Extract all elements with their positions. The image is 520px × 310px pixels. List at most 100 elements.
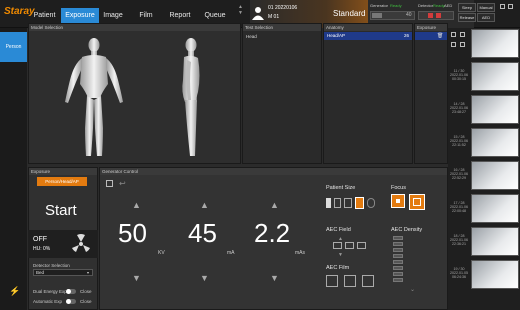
patient-size-small-icon[interactable]	[326, 198, 331, 208]
aec-density-step[interactable]	[393, 260, 403, 264]
thumb-grid-icon[interactable]	[451, 32, 456, 37]
body-model-side[interactable]	[173, 36, 209, 160]
kv-down-arrow-icon[interactable]: ▼	[132, 273, 141, 283]
exposure-list-item[interactable]: 🗑	[415, 32, 447, 40]
patient-avatar-icon	[252, 6, 264, 20]
aec-field-left-icon[interactable]	[333, 242, 342, 249]
aec-density-down-icon[interactable]: ⌄	[410, 286, 415, 293]
thumbnail-image[interactable]	[471, 29, 519, 58]
thumbnail-image[interactable]	[471, 194, 519, 223]
manual-button[interactable]: Manual	[477, 3, 495, 12]
tab-film[interactable]: Film	[132, 8, 160, 24]
sidebar-item-person[interactable]: Person	[0, 32, 27, 62]
protocol-standard[interactable]: Standard	[333, 9, 365, 18]
aec-field-right-icon[interactable]	[357, 242, 366, 249]
release-button[interactable]: Release	[458, 13, 476, 22]
thumb-time: 22:00:48	[452, 209, 466, 214]
tab-scroll-arrows-icon[interactable]: ▲ ▼	[238, 4, 243, 16]
trash-icon[interactable]: 🗑	[437, 33, 443, 39]
patient-size-xl-icon[interactable]	[355, 197, 364, 209]
test-selection-panel: Test Selection Head	[242, 23, 322, 164]
focus-large-button[interactable]	[409, 194, 425, 210]
thumb-trash-icon[interactable]	[460, 32, 465, 37]
tab-queue[interactable]: Queue	[199, 8, 231, 24]
thumbnail-row-top[interactable]	[448, 28, 520, 59]
aec-field-down-icon[interactable]: ▼	[338, 252, 343, 258]
automatic-exp-toggle[interactable]	[66, 299, 76, 304]
aec-film-option-3-icon[interactable]	[362, 275, 374, 287]
thumb-edit-icon[interactable]	[451, 42, 456, 47]
tab-image[interactable]: Image	[99, 8, 127, 24]
patient-size-selector[interactable]	[326, 196, 376, 210]
aec-density-scale[interactable]	[393, 236, 407, 284]
patient-sex-age: M 01	[268, 14, 280, 20]
mas-up-arrow-icon[interactable]: ▲	[270, 200, 279, 210]
thumbnail-image[interactable]	[471, 128, 519, 157]
thumbnail-image[interactable]	[471, 227, 519, 256]
thumbnail-row[interactable]: 14 / 28 2022.01.06 23:48:27	[448, 94, 520, 125]
aec-field-label: AEC Field	[326, 227, 351, 233]
minimize-icon[interactable]	[500, 4, 505, 9]
close-window-icon[interactable]	[508, 4, 513, 9]
thumbnail-row[interactable]: 15 / 28 2022.01.06 22:11:52	[448, 127, 520, 158]
thumbnail-info: 15 / 28 2022.01.06 22:11:52	[448, 127, 470, 158]
aec-film-option-2-icon[interactable]	[344, 275, 356, 287]
thumbnail-row[interactable]: 18 / 28 2022.01.06 22:36:21	[448, 226, 520, 257]
test-item-head[interactable]: Head	[246, 34, 257, 39]
thumbnail-row[interactable]: 19 / 30 2022.01.05 06:24:36	[448, 259, 520, 290]
start-button[interactable]: Start	[45, 202, 77, 219]
aec-field-center-icon[interactable]	[345, 242, 354, 249]
anatomy-item-head-ap[interactable]: Head/AP 26	[324, 32, 412, 40]
mas-down-arrow-icon[interactable]: ▼	[270, 273, 279, 283]
aec-film-option-1-icon[interactable]	[326, 275, 338, 287]
undo-icon[interactable]: ↩	[119, 179, 126, 188]
save-icon[interactable]	[106, 180, 113, 187]
thumb-delete-icon[interactable]	[460, 42, 465, 47]
hu-value: HU: 0%	[33, 246, 51, 252]
patient-size-medium-icon[interactable]	[334, 198, 341, 208]
thumbnail-row[interactable]: 11 / 30 2022.01.06 00:30:15	[448, 61, 520, 92]
aed-button[interactable]: AED	[477, 13, 495, 22]
anatomy-panel: Anatomy Head/AP 26	[323, 23, 413, 164]
focus-small-button[interactable]	[391, 194, 405, 208]
dual-energy-toggle[interactable]	[66, 289, 76, 294]
patient-size-extra-icon[interactable]	[367, 198, 375, 208]
exposure-list-panel: Exposure 🗑	[414, 23, 448, 164]
detector-select-value: Bed	[36, 270, 45, 275]
sleep-button[interactable]: Sleep	[458, 3, 476, 12]
aec-density-step[interactable]	[393, 278, 403, 282]
tab-patient[interactable]: Patient	[28, 8, 61, 24]
thumbnail-image[interactable]	[471, 95, 519, 124]
generator-icon	[372, 13, 382, 18]
aec-density-step[interactable]	[393, 272, 403, 276]
aec-density-step[interactable]	[393, 242, 403, 246]
ma-down-arrow-icon[interactable]: ▼	[200, 273, 209, 283]
detector-red-indicator-2-icon	[436, 13, 441, 18]
protocol-tag[interactable]: Person/Head/AP	[37, 177, 87, 186]
generator-status-value: Ready	[390, 3, 402, 8]
patient-size-large-icon[interactable]	[344, 198, 352, 208]
thumbnail-image[interactable]	[471, 62, 519, 91]
kv-up-arrow-icon[interactable]: ▲	[132, 200, 141, 210]
aec-density-step[interactable]	[393, 254, 403, 258]
exposure-list-title: Exposure	[415, 24, 447, 31]
thumbnail-row[interactable]: 16 / 28 2022.01.06 22:52:29	[448, 160, 520, 191]
lightning-icon[interactable]: ⚡	[9, 286, 20, 297]
tab-exposure[interactable]: Exposure	[61, 8, 99, 24]
detector-status-label: Detector	[418, 3, 434, 8]
tab-report[interactable]: Report	[165, 8, 195, 24]
thumbnail-image[interactable]	[471, 260, 519, 289]
ma-up-arrow-icon[interactable]: ▲	[200, 200, 209, 210]
body-model-front[interactable]	[64, 36, 124, 160]
thumbnail-row[interactable]: 17 / 28 2022.01.06 22:00:48	[448, 193, 520, 224]
detector-select[interactable]: Bed ▾	[33, 269, 93, 276]
anatomy-item-count: 26	[404, 33, 410, 38]
generator-counter: 40	[406, 12, 412, 18]
aec-density-step[interactable]	[393, 266, 403, 270]
thumb-time: 23:48:27	[452, 110, 466, 115]
aec-density-step[interactable]	[393, 236, 403, 240]
thumbnail-info: 11 / 30 2022.01.06 00:30:15	[448, 61, 470, 92]
thumbnail-image[interactable]	[471, 161, 519, 190]
window-controls	[500, 3, 516, 23]
aec-density-step[interactable]	[393, 248, 403, 252]
